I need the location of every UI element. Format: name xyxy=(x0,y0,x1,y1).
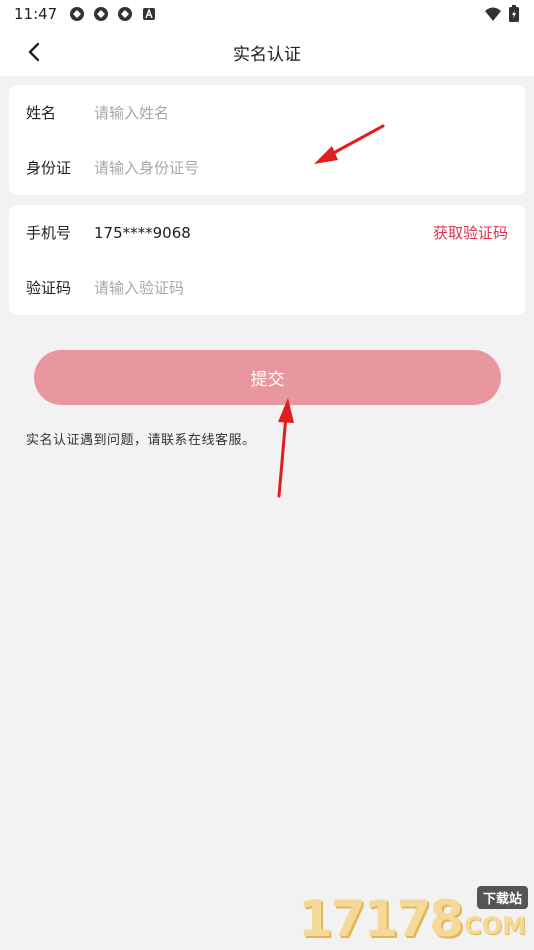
wifi-icon xyxy=(485,7,501,21)
phone-card: 手机号 175****9068 获取验证码 验证码 xyxy=(9,205,525,315)
name-label: 姓名 xyxy=(26,104,57,122)
help-hint: 实名认证遇到问题，请联系在线客服。 xyxy=(26,433,256,448)
id-label: 身份证 xyxy=(26,159,72,177)
app-header: 实名认证 xyxy=(0,28,534,76)
status-bar: 11:47 xyxy=(0,0,534,28)
app-notification-icon xyxy=(118,7,133,21)
site-watermark: 17178 下载站 COM xyxy=(298,882,530,948)
watermark-domain: COM xyxy=(464,912,526,940)
app-notification-icon xyxy=(94,7,109,21)
phone-label: 手机号 xyxy=(26,224,72,242)
back-button[interactable] xyxy=(22,40,46,64)
annotation-arrow-icon xyxy=(277,398,294,498)
id-number-input[interactable] xyxy=(94,158,508,177)
status-time: 11:47 xyxy=(14,5,58,23)
watermark-number: 17178 xyxy=(298,890,464,948)
name-row: 姓名 xyxy=(9,85,525,140)
submit-button[interactable]: 提交 xyxy=(34,350,501,405)
get-code-button[interactable]: 获取验证码 xyxy=(433,222,508,243)
phone-value: 175****9068 xyxy=(94,223,191,242)
a-notification-icon xyxy=(143,8,156,20)
verification-code-input[interactable] xyxy=(94,278,508,297)
name-input[interactable] xyxy=(94,103,508,122)
chevron-left-icon xyxy=(28,42,40,62)
watermark-tag: 下载站 xyxy=(476,886,528,909)
code-row: 验证码 xyxy=(9,260,525,315)
page-title: 实名认证 xyxy=(233,44,301,65)
code-label: 验证码 xyxy=(26,279,72,297)
app-notification-icon xyxy=(70,7,85,21)
id-row: 身份证 xyxy=(9,140,525,195)
battery-charging-icon xyxy=(509,5,519,22)
identity-card: 姓名 身份证 xyxy=(9,85,525,195)
phone-row: 手机号 175****9068 获取验证码 xyxy=(9,205,525,260)
status-right xyxy=(484,5,520,23)
